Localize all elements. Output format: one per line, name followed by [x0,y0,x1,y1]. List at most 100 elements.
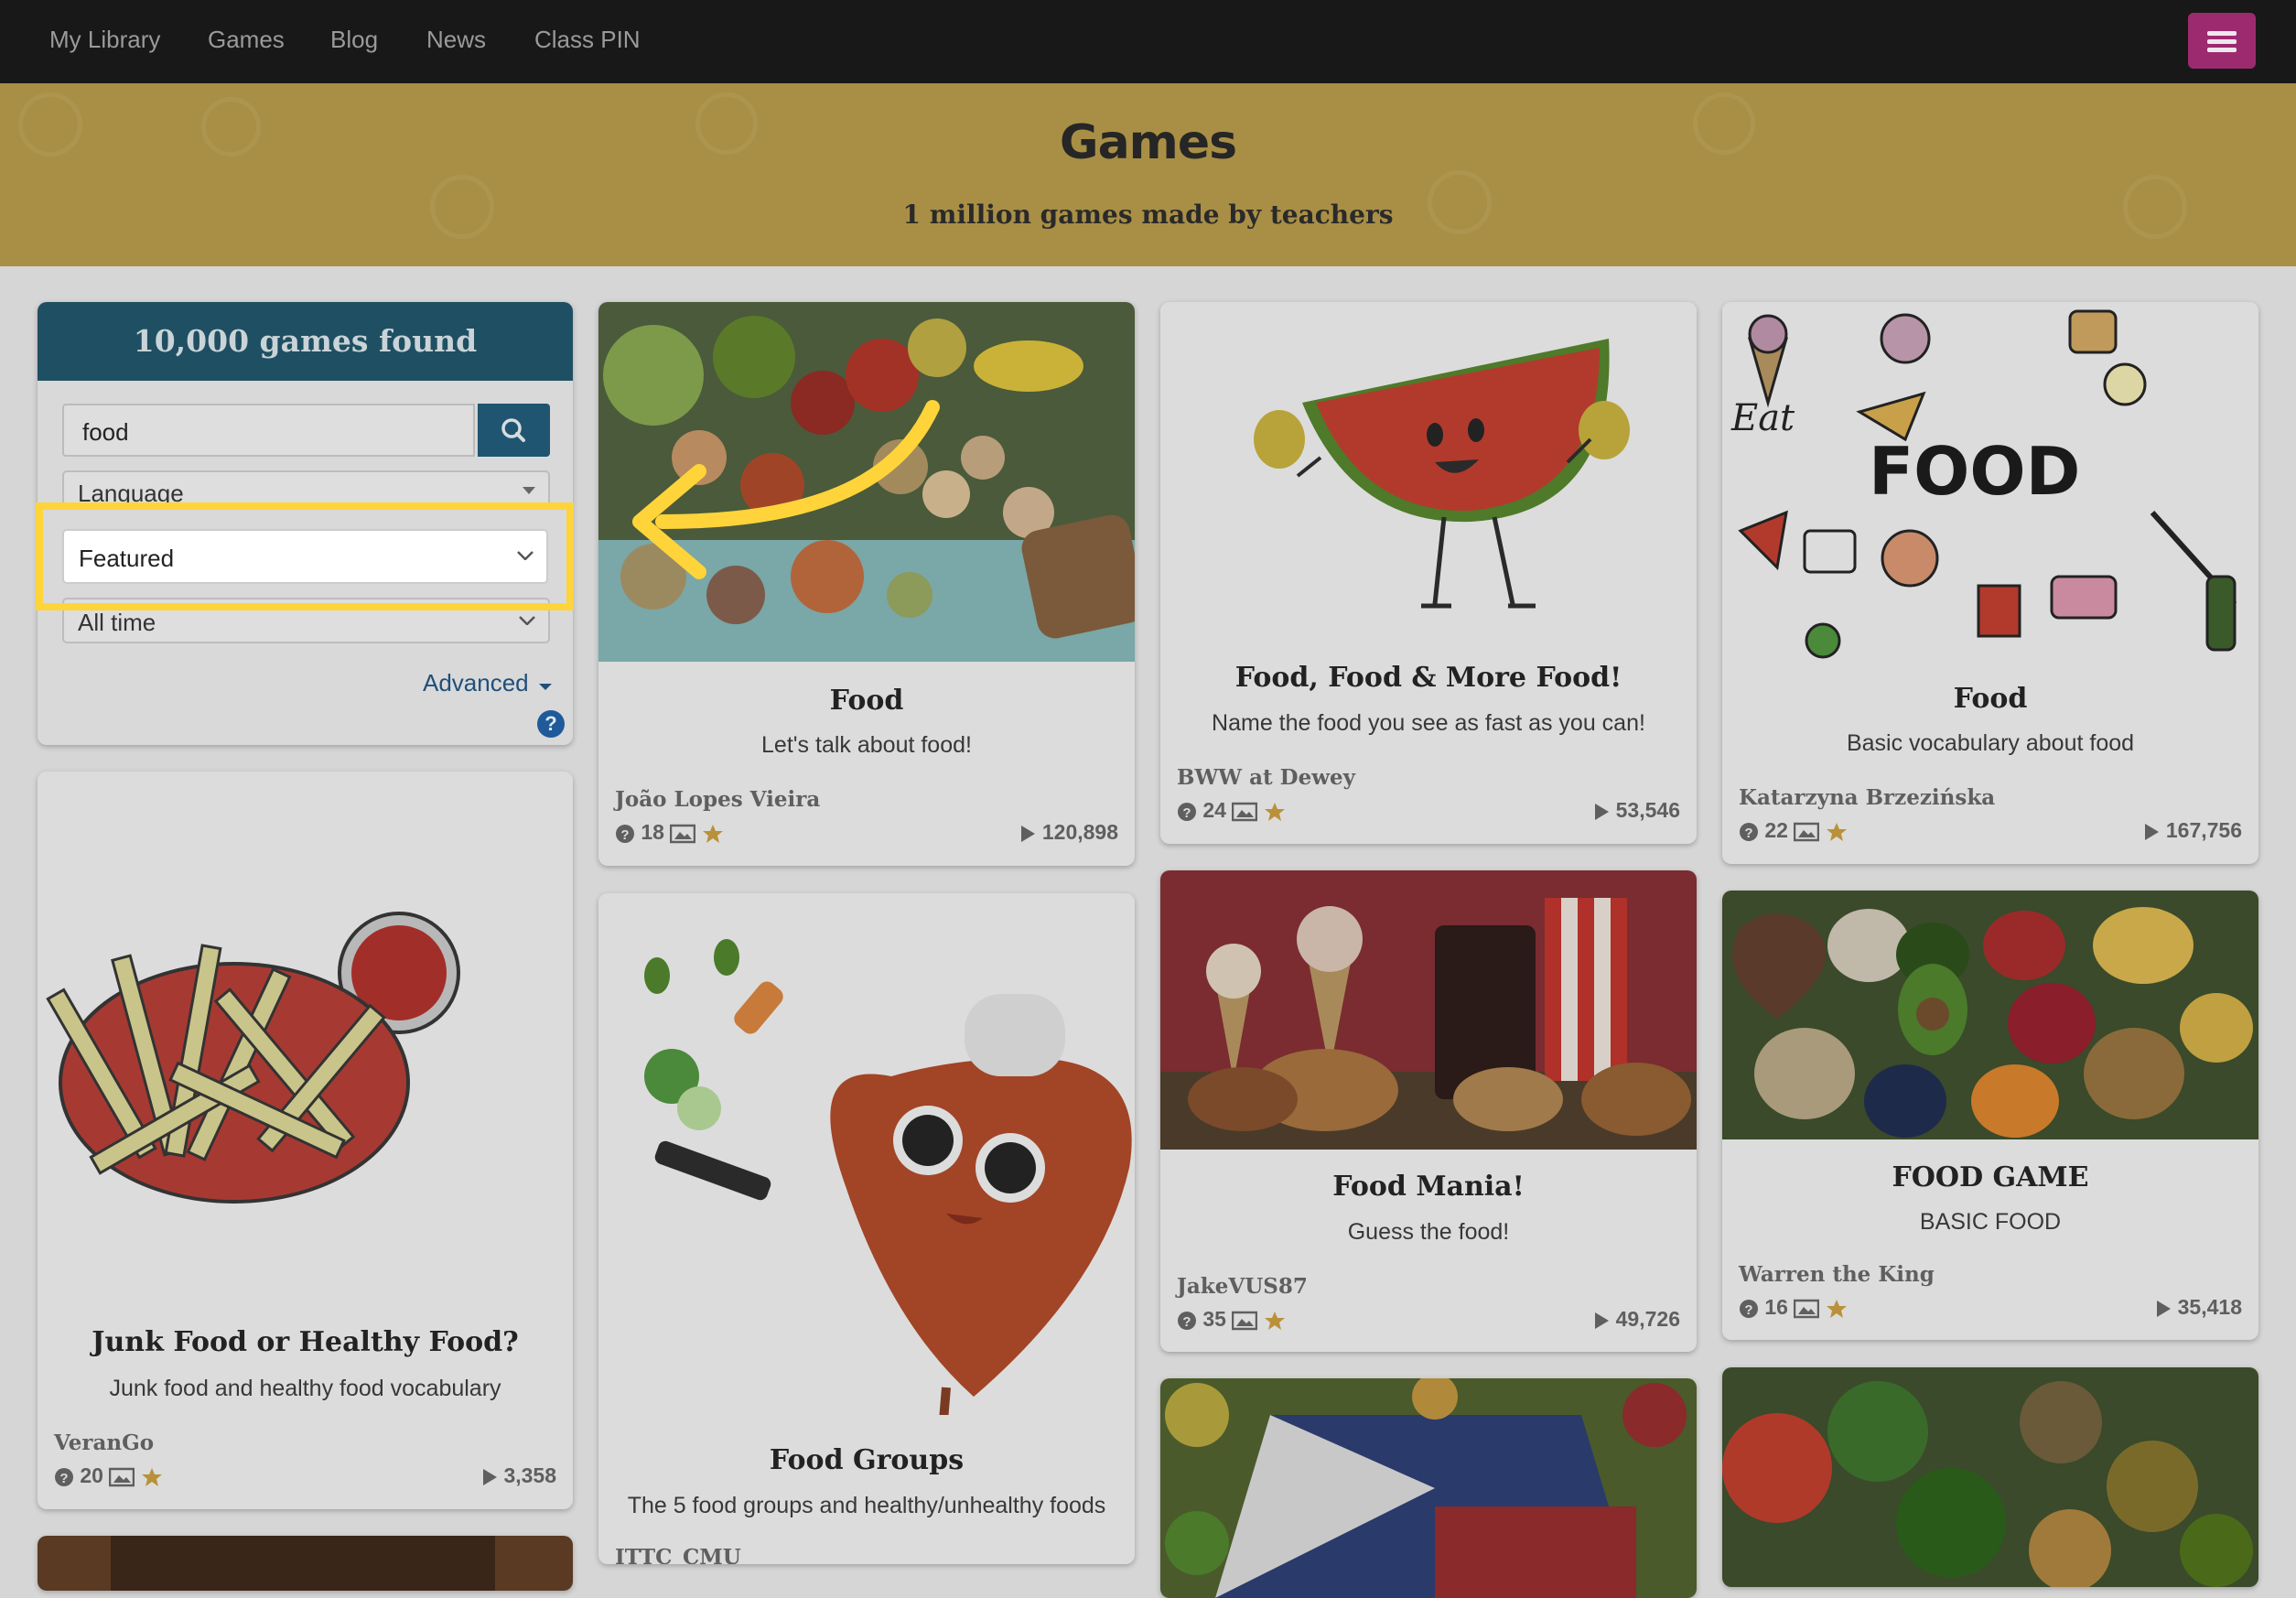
svg-text:?: ? [59,1471,68,1486]
game-card[interactable]: FOOD GAME BASIC FOOD Warren the King ? 1… [1722,891,2258,1340]
nav-class-pin[interactable]: Class PIN [534,26,641,54]
card-title: Food Mania! [1332,1171,1525,1203]
card-meta: ? 22 [1739,818,1848,843]
image-icon [1794,822,1820,842]
svg-text:?: ? [620,827,629,843]
card-title: Junk Food or Healthy Food? [92,1326,519,1358]
image-icon [670,824,696,844]
card-title: FOOD GAME [1892,1161,2089,1193]
card-meta: ? 16 [1739,1295,1848,1320]
healthy-foods-image [1722,891,2258,1139]
svg-text:?: ? [1744,826,1752,841]
card-author[interactable]: BWW at Dewey [1177,765,1355,790]
card-meta: ? 18 [615,820,724,845]
food-photo-image [38,1536,573,1591]
fries-image [38,772,573,1302]
card-title: Food Groups [769,1444,965,1476]
question-icon: ? [1178,802,1196,821]
card-author[interactable]: ITTC_CMU [615,1545,741,1564]
chef-heart-image [598,893,1135,1415]
hamburger-menu-button[interactable] [2188,13,2256,69]
game-card[interactable]: Food Let's talk about food! João Lopes V… [598,302,1135,866]
search-button[interactable] [478,404,550,457]
food-doodle-image: FOOD Eat [1722,302,2258,662]
card-description: Guess the food! [1347,1219,1510,1245]
play-count: 35,418 [2177,1295,2242,1319]
play-icon [1021,825,1036,842]
card-title: Food [829,685,904,717]
results-count: 10,000 games found [38,302,573,381]
time-range-label: All time [78,609,156,636]
hamburger-icon-bar [2207,48,2237,52]
game-card[interactable] [1722,1367,2258,1587]
nav-my-library[interactable]: My Library [49,26,160,54]
play-count: 49,726 [1615,1307,1680,1331]
highlight-frame [36,502,574,610]
card-plays: 3,358 [481,1463,556,1488]
game-card[interactable]: Food, Food & More Food! Name the food yo… [1160,302,1697,844]
play-count: 3,358 [503,1463,556,1487]
card-meta: ? 24 [1177,798,1286,823]
card-plays: 49,726 [1593,1307,1680,1332]
nav-news[interactable]: News [426,26,486,54]
card-description: Junk food and healthy food vocabulary [109,1376,501,1401]
desserts-image [1160,870,1697,1150]
nav-blog[interactable]: Blog [330,26,378,54]
question-icon: ? [1740,1299,1758,1318]
star-icon [1264,1311,1285,1330]
play-icon [1595,803,1610,820]
page-subtitle: 1 million games made by teachers [902,200,1394,230]
star-icon [1264,802,1285,821]
svg-text:Eat: Eat [1730,397,1795,439]
question-icon: ? [1178,1311,1196,1330]
card-plays: 35,418 [2155,1295,2242,1320]
arrow-annotation [632,400,940,579]
question-count: 24 [1202,798,1226,822]
card-plays: 53,546 [1593,798,1680,823]
question-count: 18 [641,820,664,844]
help-icon[interactable]: ? [537,710,565,738]
card-author[interactable]: JakeVUS87 [1177,1274,1308,1299]
nav-games[interactable]: Games [208,26,285,54]
question-count: 22 [1764,818,1788,842]
game-card[interactable]: Food Groups The 5 food groups and health… [598,893,1135,1564]
card-author[interactable]: VeranGo [54,1431,154,1455]
card-title: Food, Food & More Food! [1234,662,1622,694]
fruits-flag-image [1160,1378,1697,1598]
game-card[interactable] [1160,1378,1697,1598]
image-icon [1794,1299,1820,1319]
question-count: 20 [80,1463,103,1487]
page-title: Games [1059,115,1237,170]
question-icon: ? [55,1467,73,1486]
star-icon [141,1467,162,1486]
advanced-label: Advanced [423,669,529,696]
svg-text:?: ? [1182,1314,1191,1330]
star-icon [1826,822,1847,841]
card-description: BASIC FOOD [1919,1209,2062,1235]
hamburger-icon-bar [2207,39,2237,44]
watermelon-image [1160,302,1697,641]
language-select[interactable]: Language [62,470,550,507]
advanced-filters-toggle[interactable]: Advanced [423,669,552,697]
vegetables-bowls-image [1722,1367,2258,1587]
game-card[interactable]: Food Mania! Guess the food! JakeVUS87 ? … [1160,870,1697,1352]
question-count: 16 [1764,1295,1788,1319]
game-card[interactable] [38,1536,573,1591]
game-card[interactable]: FOOD Eat Food Basic vocabulary about foo… [1722,302,2258,864]
card-author[interactable]: João Lopes Vieira [615,787,820,812]
play-icon [483,1468,498,1485]
image-icon [109,1467,135,1487]
question-icon: ? [616,824,634,843]
card-author[interactable]: Warren the King [1739,1262,1935,1287]
svg-text:FOOD: FOOD [1869,433,2080,510]
card-plays: 167,756 [2143,818,2242,843]
game-card[interactable]: Junk Food or Healthy Food? Junk food and… [38,772,573,1509]
hamburger-icon [2207,31,2237,36]
top-navbar: My Library Games Blog News Class PIN [0,0,2296,83]
card-description: Name the food you see as fast as you can… [1212,710,1645,736]
search-input[interactable]: food [62,404,475,457]
image-icon [1232,1311,1258,1331]
card-author[interactable]: Katarzyna Brzezińska [1739,785,1995,810]
svg-text:?: ? [1182,805,1191,821]
card-description: Let's talk about food! [761,732,972,758]
